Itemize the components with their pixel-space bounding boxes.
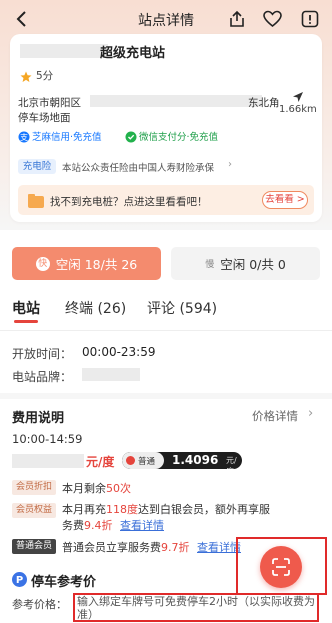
perk-tag-rights: 会员权益 xyxy=(12,503,56,518)
distance: 1.66km xyxy=(279,104,317,115)
chevron-right-icon: › xyxy=(308,406,314,421)
member-dot-icon xyxy=(126,456,135,465)
perk-member-link[interactable]: 查看详情 xyxy=(197,541,241,554)
station-name: 超级充电站 xyxy=(100,46,166,61)
perk-member-text: 普通会员立享服务费9.7折 查看详情 xyxy=(62,539,242,555)
address-start: 北京市朝阳区 xyxy=(18,97,81,109)
svg-text:P: P xyxy=(16,575,23,586)
section-divider xyxy=(0,393,332,399)
address-end: 东北角 xyxy=(248,97,280,109)
member-price: 1.4096 xyxy=(172,453,219,467)
perk-tag-member: 普通会员 xyxy=(12,539,56,554)
station-card: 超级充电站 5分 北京市朝阳区 东北角 停车场地面 1.66km 支 芝麻信用·… xyxy=(10,34,322,222)
parking-icon: P xyxy=(12,572,27,591)
find-charger-text: 找不到充电桩？点进这里看看吧！ xyxy=(50,196,208,208)
perk-rights-link[interactable]: 查看详情 xyxy=(120,519,164,532)
price-unit: 元/度 xyxy=(86,455,115,469)
perk-discount-pre: 本月剩余 xyxy=(62,482,106,495)
find-charger-banner[interactable]: 找不到充电桩？点进这里看看吧！ 去看看 > xyxy=(18,185,314,215)
tab-station[interactable]: 电站 xyxy=(12,298,40,318)
report-icon[interactable] xyxy=(301,10,319,32)
price-redacted xyxy=(12,454,84,468)
alipay-icon: 支 xyxy=(18,128,30,147)
price-detail-link[interactable]: 价格详情 xyxy=(252,408,298,424)
station-name-redacted xyxy=(20,44,108,58)
fee-time-range: 10:00-14:59 xyxy=(12,432,83,446)
perk-member-highlight: 9.7折 xyxy=(161,541,190,554)
member-price-unit: 元/度 xyxy=(226,456,237,469)
member-type: 普通 xyxy=(138,457,156,467)
perk-rights-text: 本月再充118度达到白银会员，额外再享服务费9.4折 查看详情 xyxy=(62,502,276,534)
scan-button[interactable] xyxy=(260,546,302,588)
fee-title: 费用说明 xyxy=(12,411,65,426)
slow-charge-icon: 慢 xyxy=(205,260,215,270)
share-icon[interactable] xyxy=(228,10,246,32)
star-icon xyxy=(20,68,32,87)
perk-tag-discount: 会员折扣 xyxy=(12,480,56,495)
tab-reviews[interactable]: 评论 (594) xyxy=(147,298,217,318)
wechat-pay-icon xyxy=(125,128,137,147)
perk-rights-pre: 本月再充 xyxy=(62,503,106,516)
perk-discount-text: 本月剩余50次 xyxy=(62,480,131,496)
open-time-value: 00:00-23:59 xyxy=(82,345,156,359)
tab-terminals[interactable]: 终端 (26) xyxy=(65,298,126,318)
chevron-right-icon: › xyxy=(228,159,232,170)
fast-charger-count: 空闲 18/共 26 xyxy=(55,257,138,272)
pay-method-zhima: 芝麻信用·免充值 xyxy=(32,132,102,143)
perk-rights-highlight2: 9.4折 xyxy=(84,519,113,532)
address-line2: 停车场地面 xyxy=(18,112,71,124)
open-time-label: 开放时间： xyxy=(12,347,73,361)
active-tab-indicator xyxy=(14,320,38,323)
find-charger-button[interactable]: 去看看 > xyxy=(262,191,308,209)
tab-divider xyxy=(0,330,332,331)
favorite-icon[interactable] xyxy=(263,10,282,32)
page-title: 站点详情 xyxy=(138,13,194,29)
fast-charge-icon: 快 xyxy=(35,256,50,271)
insurance-text[interactable]: 本站公众责任险由中国人寿财险承保 xyxy=(62,160,214,174)
perk-rights-highlight: 118度 xyxy=(106,503,138,516)
parking-label: 参考价格： xyxy=(12,598,67,611)
folder-icon xyxy=(28,193,44,212)
member-price-pill: 普通 1.4096 元/度 xyxy=(122,452,242,469)
perk-discount-highlight: 50次 xyxy=(106,482,131,495)
parking-price-text: 输入绑定车牌号可免费停车2小时（以实际收费为准） xyxy=(73,593,319,622)
fast-charger-button[interactable]: 快 空闲 18/共 26 xyxy=(12,247,161,280)
parking-title: 停车参考价 xyxy=(31,575,97,590)
brand-redacted xyxy=(82,368,140,381)
member-type-badge: 普通 xyxy=(122,452,164,469)
insurance-tag: 充电险 xyxy=(18,159,56,174)
slow-charger-button[interactable]: 慢 空闲 0/共 0 xyxy=(171,247,320,280)
perk-member-pre: 普通会员立享服务费 xyxy=(62,541,161,554)
brand-label: 电站品牌： xyxy=(12,370,73,384)
rating: 5分 xyxy=(36,70,54,82)
svg-text:支: 支 xyxy=(20,132,28,142)
slow-charger-count: 空闲 0/共 0 xyxy=(220,257,286,272)
address-redacted xyxy=(90,95,262,107)
scan-icon xyxy=(271,557,291,581)
pay-method-wechat: 微信支付分·免充值 xyxy=(139,132,219,143)
